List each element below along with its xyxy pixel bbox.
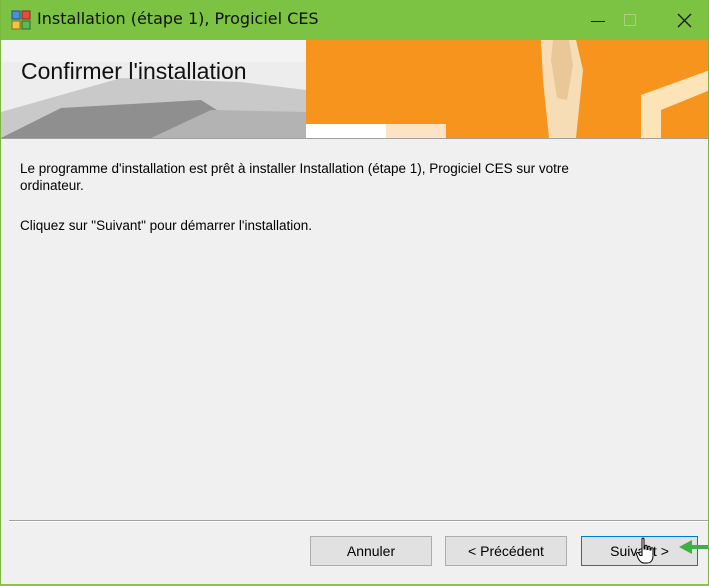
cancel-button[interactable]: Annuler xyxy=(310,536,432,566)
banner-graphic xyxy=(1,40,708,138)
installer-window: Installation (étape 1), Progiciel CES Co… xyxy=(0,0,709,586)
minimize-icon xyxy=(591,21,605,22)
close-button[interactable] xyxy=(662,0,706,40)
installer-icon xyxy=(11,10,31,30)
header-banner: Confirmer l'installation xyxy=(1,40,708,139)
maximize-button[interactable] xyxy=(608,0,652,40)
window-title: Installation (étape 1), Progiciel CES xyxy=(37,9,319,28)
previous-button[interactable]: < Précédent xyxy=(445,536,567,566)
title-bar[interactable]: Installation (étape 1), Progiciel CES xyxy=(1,0,708,40)
page-heading: Confirmer l'installation xyxy=(21,58,247,84)
hand-cursor-icon xyxy=(636,537,654,564)
footer-separator xyxy=(9,520,708,522)
info-text-line-2: ordinateur. xyxy=(20,178,84,193)
maximize-icon xyxy=(624,14,636,26)
highlight-arrow-icon xyxy=(679,540,708,554)
info-text-line-1: Le programme d'installation est prêt à i… xyxy=(20,161,569,176)
instruction-text: Cliquez sur "Suivant" pour démarrer l'in… xyxy=(20,218,313,233)
close-icon xyxy=(677,13,692,28)
